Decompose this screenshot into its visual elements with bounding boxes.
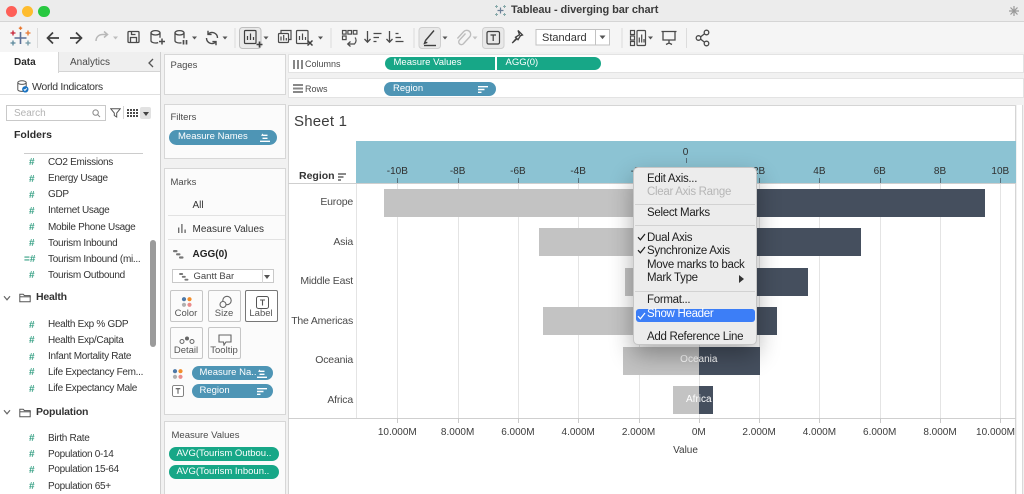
svg-text:Standard: Standard [542, 32, 587, 44]
